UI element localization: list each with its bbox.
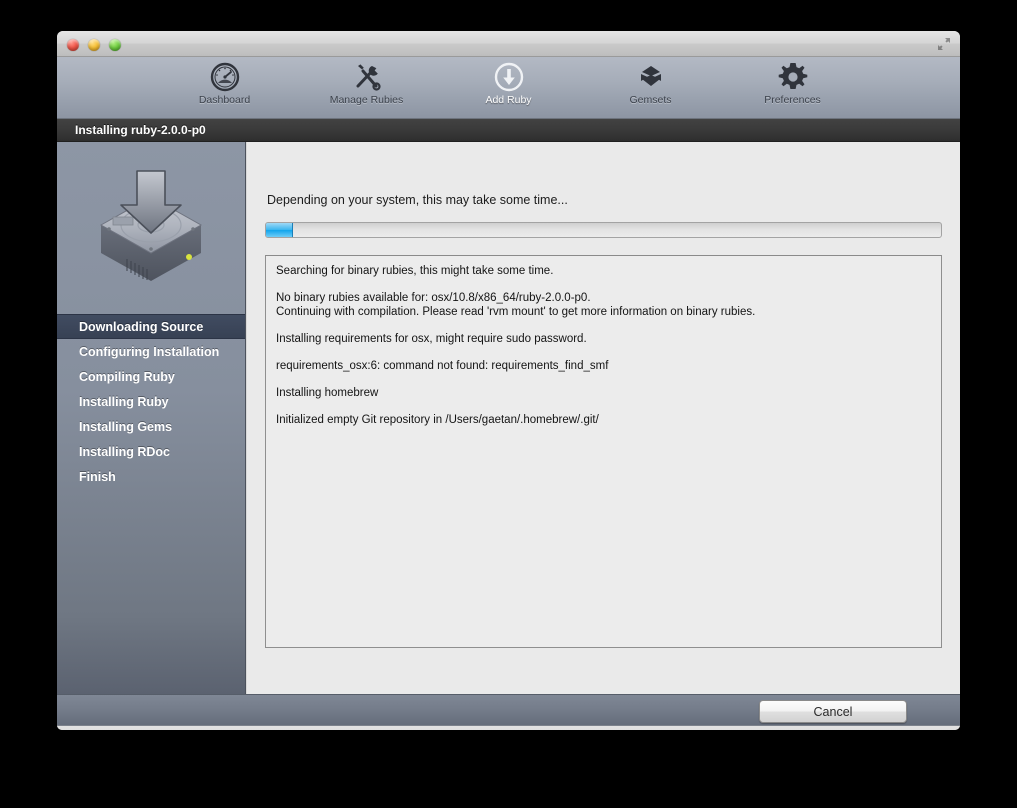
zoom-window-button[interactable]	[109, 39, 121, 51]
step-label: Configuring Installation	[79, 344, 220, 359]
close-window-button[interactable]	[67, 39, 79, 51]
fullscreen-arrows-icon[interactable]	[937, 37, 951, 51]
log-output[interactable]: Searching for binary rubies, this might …	[265, 255, 942, 648]
sidebar-step-compiling-ruby[interactable]: Compiling Ruby	[57, 364, 245, 389]
gear-icon	[777, 60, 809, 93]
app-window: Dashboard Manage Rubies Add Ruby Gemsets…	[57, 31, 960, 730]
page-title: Installing ruby-2.0.0-p0	[75, 123, 206, 137]
log-blank-line	[276, 400, 931, 413]
window-titlebar	[57, 31, 960, 57]
toolbar-item-label: Preferences	[764, 94, 821, 106]
log-line: Installing homebrew	[276, 387, 379, 399]
step-label: Installing Gems	[79, 419, 173, 434]
hard-drive-download-icon	[57, 142, 245, 312]
gauge-icon	[209, 60, 241, 93]
window-bottom-strip	[57, 725, 960, 730]
log-line: No binary rubies available for: osx/10.8…	[276, 292, 591, 304]
log-line: Installing requirements for osx, might r…	[276, 333, 587, 345]
log-blank-line	[276, 346, 931, 359]
footer-bar: Cancel	[57, 694, 960, 725]
main-toolbar: Dashboard Manage Rubies Add Ruby Gemsets…	[57, 57, 960, 119]
sidebar-step-configuring-installation[interactable]: Configuring Installation	[57, 339, 245, 364]
sidebar-step-installing-gems[interactable]: Installing Gems	[57, 414, 245, 439]
step-list: Downloading Source Configuring Installat…	[57, 314, 245, 489]
sidebar-step-installing-rdoc[interactable]: Installing RDoc	[57, 439, 245, 464]
log-blank-line	[276, 319, 931, 332]
toolbar-item-label: Gemsets	[629, 94, 672, 106]
download-circle-icon	[493, 60, 525, 93]
status-text: Depending on your system, this may take …	[267, 193, 568, 207]
step-label: Downloading Source	[79, 319, 204, 334]
log-line: requirements_osx:6: command not found: r…	[276, 360, 609, 372]
sidebar-step-downloading-source[interactable]: Downloading Source	[57, 314, 245, 339]
cancel-button[interactable]: Cancel	[759, 700, 907, 723]
content-pane: Depending on your system, this may take …	[247, 142, 960, 694]
gembox-icon	[635, 60, 667, 93]
toolbar-item-label: Manage Rubies	[329, 94, 404, 106]
toolbar-item-add-ruby[interactable]: Add Ruby	[463, 60, 555, 106]
step-label: Installing RDoc	[79, 444, 170, 459]
body-area: Downloading Source Configuring Installat…	[57, 142, 960, 694]
log-line: Searching for binary rubies, this might …	[276, 265, 554, 277]
toolbar-item-label: Dashboard	[198, 94, 251, 106]
toolbar-item-preferences[interactable]: Preferences	[747, 60, 839, 106]
tools-icon	[351, 60, 383, 93]
log-blank-line	[276, 373, 931, 386]
screen: Dashboard Manage Rubies Add Ruby Gemsets…	[0, 0, 1017, 808]
log-blank-line	[276, 278, 931, 291]
toolbar-item-manage-rubies[interactable]: Manage Rubies	[321, 60, 413, 106]
log-line: Initialized empty Git repository in /Use…	[276, 414, 599, 426]
toolbar-item-dashboard[interactable]: Dashboard	[179, 60, 271, 106]
sidebar-step-finish[interactable]: Finish	[57, 464, 245, 489]
minimize-window-button[interactable]	[88, 39, 100, 51]
step-label: Installing Ruby	[79, 394, 169, 409]
toolbar-item-label: Add Ruby	[485, 94, 532, 106]
section-header: Installing ruby-2.0.0-p0	[57, 119, 960, 142]
step-label: Finish	[79, 469, 116, 484]
toolbar-item-gemsets[interactable]: Gemsets	[605, 60, 697, 106]
sidebar-step-installing-ruby[interactable]: Installing Ruby	[57, 389, 245, 414]
sidebar: Downloading Source Configuring Installat…	[57, 142, 246, 694]
progress-bar	[265, 222, 942, 238]
progress-bar-fill	[266, 223, 293, 237]
step-label: Compiling Ruby	[79, 369, 175, 384]
log-line: Continuing with compilation. Please read…	[276, 306, 756, 318]
